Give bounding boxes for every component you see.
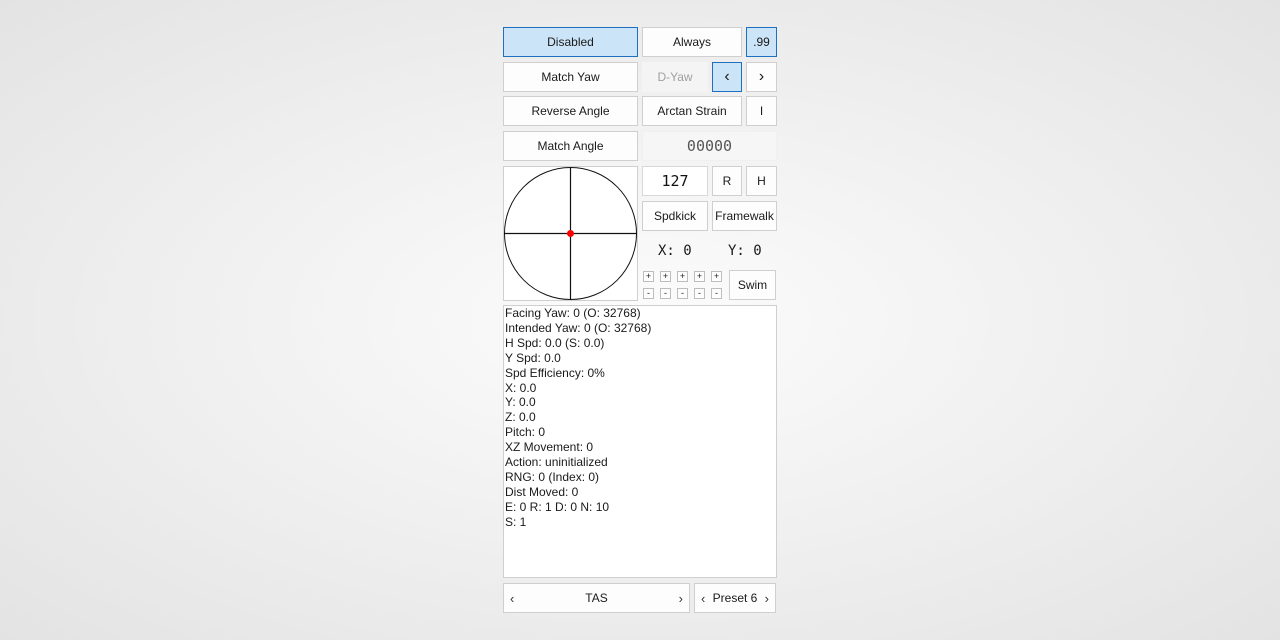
decrement-button-5[interactable]: - — [711, 288, 722, 299]
preset-prev-arrow-icon[interactable]: ‹ — [701, 591, 705, 606]
mode-selector[interactable]: ‹ TAS › — [503, 583, 690, 613]
info-text-box[interactable]: Facing Yaw: 0 (O: 32768) Intended Yaw: 0 … — [503, 305, 777, 578]
info-line: Z: 0.0 — [505, 410, 536, 425]
joystick-graphic — [504, 167, 637, 300]
preset-next-arrow-icon[interactable]: › — [765, 591, 769, 606]
mode-prev-arrow-icon[interactable]: ‹ — [510, 591, 514, 606]
mode-label: TAS — [585, 591, 608, 605]
disabled-toggle-button[interactable]: Disabled — [503, 27, 638, 57]
info-line: Pitch: 0 — [505, 425, 546, 440]
tas-input-panel: Disabled Always .99 Match Yaw D-Yaw ‹ › … — [0, 0, 1280, 640]
magnitude-input[interactable]: 127 — [642, 166, 708, 196]
info-line: Y: 0.0 — [505, 395, 536, 410]
joystick-area[interactable] — [503, 166, 638, 301]
info-line: Action: uninitialized — [505, 455, 608, 470]
d-yaw-button[interactable]: D-Yaw — [642, 62, 708, 92]
always-button[interactable]: Always — [642, 27, 742, 57]
i-button[interactable]: I — [746, 96, 777, 126]
arctan-strain-button[interactable]: Arctan Strain — [642, 96, 742, 126]
mode-next-arrow-icon[interactable]: › — [679, 591, 683, 606]
yaw-next-button[interactable]: › — [746, 62, 777, 92]
swim-button[interactable]: Swim — [729, 270, 776, 300]
info-line: S: 1 — [505, 514, 527, 529]
increment-button-3[interactable]: + — [677, 271, 688, 282]
increment-button-1[interactable]: + — [643, 271, 654, 282]
increment-button-2[interactable]: + — [660, 271, 671, 282]
reverse-angle-button[interactable]: Reverse Angle — [503, 96, 638, 126]
info-line: Spd Efficiency: 0% — [505, 365, 605, 380]
increment-button-4[interactable]: + — [694, 271, 705, 282]
info-line: E: 0 R: 1 D: 0 N: 10 — [505, 499, 610, 514]
preset-selector[interactable]: ‹ Preset 6 › — [694, 583, 776, 613]
preset-label: Preset 6 — [712, 591, 758, 605]
increment-button-5[interactable]: + — [711, 271, 722, 282]
joystick-dot — [567, 230, 574, 237]
fraction-button[interactable]: .99 — [746, 27, 777, 57]
framewalk-button[interactable]: Framewalk — [712, 201, 777, 231]
r-button[interactable]: R — [712, 166, 742, 196]
angle-input[interactable]: 00000 — [642, 131, 777, 161]
y-value-label: Y: 0 — [728, 243, 762, 259]
x-value-label: X: 0 — [658, 243, 692, 259]
info-line: Intended Yaw: 0 (O: 32768) — [505, 320, 652, 335]
info-line: XZ Movement: 0 — [505, 440, 594, 455]
decrement-button-2[interactable]: - — [660, 288, 671, 299]
info-line: Facing Yaw: 0 (O: 32768) — [505, 306, 641, 320]
h-button[interactable]: H — [746, 166, 777, 196]
yaw-prev-button[interactable]: ‹ — [712, 62, 742, 92]
info-line: RNG: 0 (Index: 0) — [505, 469, 600, 484]
decrement-button-4[interactable]: - — [694, 288, 705, 299]
match-yaw-button[interactable]: Match Yaw — [503, 62, 638, 92]
decrement-button-1[interactable]: - — [643, 288, 654, 299]
info-line: X: 0.0 — [505, 380, 537, 395]
info-line: H Spd: 0.0 (S: 0.0) — [505, 335, 605, 350]
info-line: Y Spd: 0.0 — [505, 350, 561, 365]
decrement-button-3[interactable]: - — [677, 288, 688, 299]
spdkick-button[interactable]: Spdkick — [642, 201, 708, 231]
match-angle-button[interactable]: Match Angle — [503, 131, 638, 161]
info-line: Dist Moved: 0 — [505, 484, 579, 499]
